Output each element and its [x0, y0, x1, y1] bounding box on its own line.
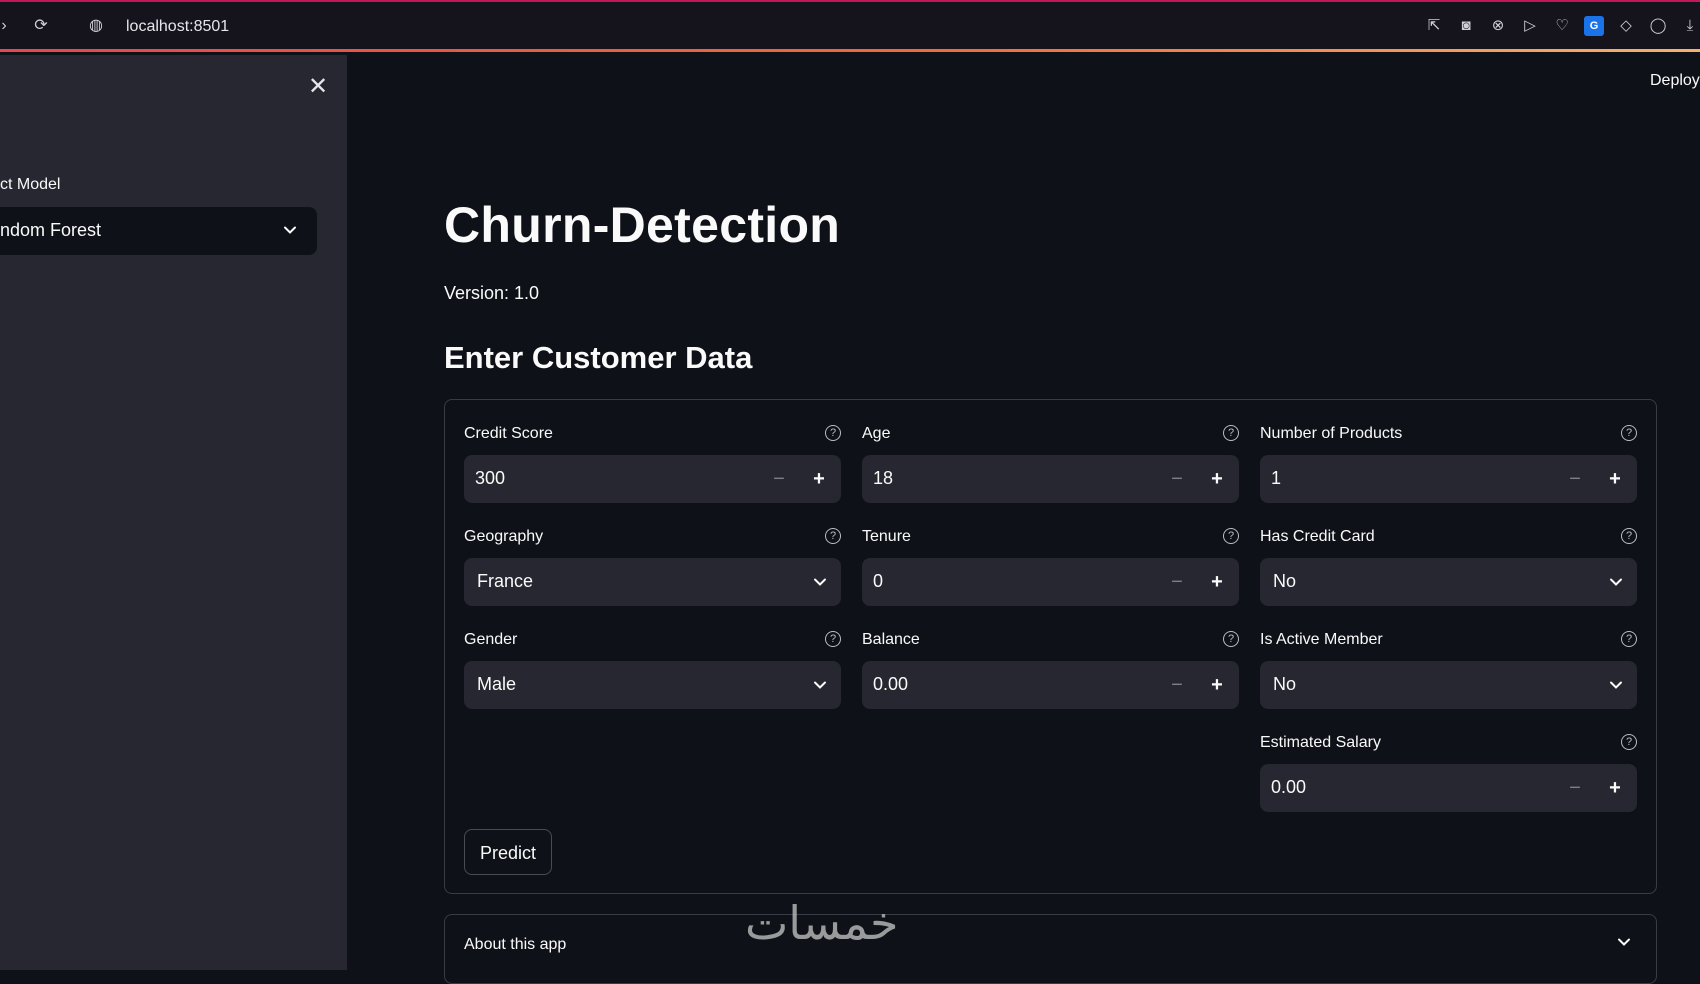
browser-progress-line	[0, 49, 1700, 52]
tenure-value[interactable]: 0	[873, 571, 883, 592]
tenure-label: Tenure	[862, 528, 911, 545]
minus-icon[interactable]: −	[1165, 673, 1189, 697]
geography-value: France	[477, 571, 534, 591]
plus-icon[interactable]: +	[1205, 467, 1229, 491]
geography-select[interactable]: France	[464, 558, 841, 606]
sidebar: ✕ ct Model ndom Forest	[0, 55, 347, 970]
num-products-label: Number of Products	[1260, 425, 1403, 442]
has-credit-card-select[interactable]: No	[1260, 558, 1637, 606]
chevron-down-icon	[813, 678, 827, 692]
credit-score-label: Credit Score	[464, 425, 553, 442]
block-icon[interactable]: ⊗	[1488, 16, 1508, 36]
credit-score-input[interactable]: 300 − +	[464, 455, 841, 503]
version-text: Version: 1.0	[444, 283, 540, 303]
minus-icon[interactable]: −	[1165, 570, 1189, 594]
is-active-value: No	[1273, 674, 1297, 694]
plus-icon[interactable]: +	[1205, 570, 1229, 594]
gender-select[interactable]: Male	[464, 661, 841, 709]
salary-label: Estimated Salary	[1260, 734, 1381, 751]
camera-icon[interactable]: ◙	[1456, 16, 1476, 36]
about-label: About this app	[464, 936, 567, 953]
cube-icon[interactable]: ◇	[1616, 16, 1636, 36]
forward-icon[interactable]: ›	[0, 16, 14, 36]
help-icon[interactable]: ?	[1621, 528, 1637, 544]
help-icon[interactable]: ?	[1621, 734, 1637, 750]
minus-icon[interactable]: −	[767, 467, 791, 491]
share-icon[interactable]: ⇱	[1424, 16, 1444, 36]
has-credit-card-value: No	[1273, 571, 1297, 591]
tenure-input[interactable]: 0 − +	[862, 558, 1239, 606]
minus-icon[interactable]: −	[1165, 467, 1189, 491]
num-products-input[interactable]: 1 − +	[1260, 455, 1637, 503]
is-active-select[interactable]: No	[1260, 661, 1637, 709]
plus-icon[interactable]: +	[1603, 776, 1627, 800]
help-icon[interactable]: ?	[1621, 631, 1637, 647]
salary-value[interactable]: 0.00	[1271, 777, 1306, 798]
chevron-down-icon	[1617, 935, 1631, 949]
close-sidebar-icon[interactable]: ✕	[306, 75, 330, 99]
salary-input[interactable]: 0.00 − +	[1260, 764, 1637, 812]
gender-label: Gender	[464, 631, 518, 648]
site-info-icon[interactable]: ◍	[86, 16, 106, 36]
minus-icon[interactable]: −	[1563, 467, 1587, 491]
plus-icon[interactable]: +	[807, 467, 831, 491]
balance-label: Balance	[862, 631, 920, 648]
plus-icon[interactable]: +	[1603, 467, 1627, 491]
has-credit-card-label: Has Credit Card	[1260, 528, 1375, 545]
page-title: Churn-Detection	[444, 197, 841, 253]
help-icon[interactable]: ?	[1621, 425, 1637, 441]
age-label: Age	[862, 425, 891, 442]
age-input[interactable]: 18 − +	[862, 455, 1239, 503]
predict-button[interactable]: Predict	[464, 829, 552, 875]
balance-value[interactable]: 0.00	[873, 674, 908, 695]
plus-icon[interactable]: +	[1205, 673, 1229, 697]
browser-toolbar: › ⟳ ◍ localhost:8501 ⇱ ◙ ⊗ ▷ ♡ G ◇ ◯ ⤓	[0, 0, 1700, 52]
help-icon[interactable]: ?	[1223, 528, 1239, 544]
download-icon[interactable]: ⤓	[1680, 16, 1700, 36]
reload-icon[interactable]: ⟳	[31, 16, 51, 36]
section-title: Enter Customer Data	[444, 340, 753, 375]
chevron-down-icon	[283, 223, 297, 237]
model-select-label: ct Model	[0, 176, 61, 193]
chevron-down-icon	[813, 575, 827, 589]
help-icon[interactable]: ?	[825, 528, 841, 544]
is-active-label: Is Active Member	[1260, 631, 1383, 648]
toolbar-extensions: ⇱ ◙ ⊗ ▷ ♡ G ◇ ◯ ⤓	[1424, 16, 1700, 36]
help-icon[interactable]: ?	[825, 631, 841, 647]
help-icon[interactable]: ?	[1223, 631, 1239, 647]
gender-value: Male	[477, 674, 517, 694]
send-icon[interactable]: ▷	[1520, 16, 1540, 36]
profile-icon[interactable]: ◯	[1648, 16, 1668, 36]
geography-label: Geography	[464, 528, 544, 545]
model-select-value: ndom Forest	[0, 220, 102, 240]
age-value[interactable]: 18	[873, 468, 893, 489]
about-expander[interactable]: About this app	[444, 914, 1657, 984]
heart-icon[interactable]: ♡	[1552, 16, 1572, 36]
credit-score-value[interactable]: 300	[475, 468, 505, 489]
chevron-down-icon	[1609, 575, 1623, 589]
balance-input[interactable]: 0.00 − +	[862, 661, 1239, 709]
address-bar[interactable]: localhost:8501	[126, 18, 229, 36]
help-icon[interactable]: ?	[825, 425, 841, 441]
num-products-value[interactable]: 1	[1271, 468, 1281, 489]
minus-icon[interactable]: −	[1563, 776, 1587, 800]
customer-data-form: Credit Score ? 300 − + Age ? 18 − + Numb…	[444, 399, 1657, 894]
chevron-down-icon	[1609, 678, 1623, 692]
watermark-logo: خمسات	[745, 896, 899, 950]
model-select[interactable]: ndom Forest	[0, 207, 317, 255]
help-icon[interactable]: ?	[1223, 425, 1239, 441]
deploy-button[interactable]: Deploy	[1650, 72, 1700, 90]
translate-icon[interactable]: G	[1584, 16, 1604, 36]
